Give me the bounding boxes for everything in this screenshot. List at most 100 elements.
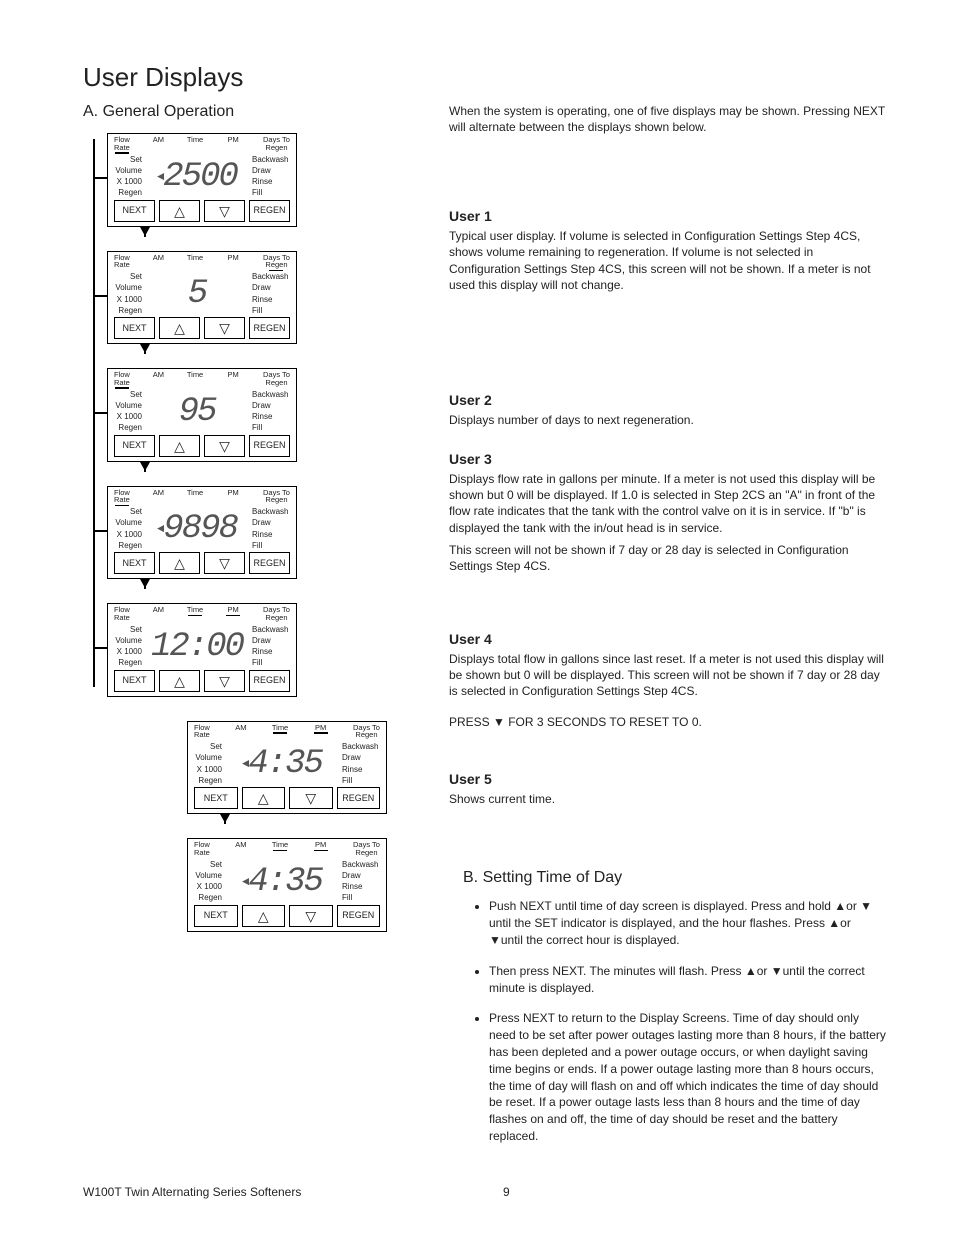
user1-heading: User 1 bbox=[449, 207, 886, 226]
lbl-flow-rate: FlowRate bbox=[114, 605, 130, 622]
up-button[interactable] bbox=[242, 787, 286, 809]
down-button[interactable] bbox=[204, 317, 245, 339]
section-b-heading: B. Setting Time of Day bbox=[449, 867, 886, 889]
lcd-panel: FlowRate AM Time PM Days ToRegen SetVolu… bbox=[107, 368, 413, 478]
lbl-pm: PM bbox=[227, 135, 238, 144]
lcd-readout: ◄2500 bbox=[146, 154, 248, 200]
next-button[interactable]: NEXT bbox=[114, 670, 155, 692]
next-button[interactable]: NEXT bbox=[114, 317, 155, 339]
lbl-flow-rate: FlowRate bbox=[114, 135, 130, 152]
left-labels: SetVolumeX 1000Regen bbox=[108, 154, 146, 200]
user2-body: Displays number of days to next regenera… bbox=[449, 412, 886, 428]
lbl-time: Time bbox=[187, 370, 203, 379]
lcd-readout: 95 bbox=[146, 389, 248, 435]
up-button[interactable] bbox=[242, 905, 286, 927]
lcd-readout: ◄4:35 bbox=[226, 859, 338, 905]
regen-button[interactable]: REGEN bbox=[249, 435, 290, 457]
lbl-pm: PM bbox=[227, 370, 238, 379]
lbl-days-regen: Days ToRegen bbox=[263, 253, 290, 270]
down-button[interactable] bbox=[289, 787, 333, 809]
footer-product: W100T Twin Alternating Series Softeners bbox=[83, 1185, 503, 1199]
next-button[interactable]: NEXT bbox=[194, 905, 238, 927]
right-labels: BackwashDrawRinseFill bbox=[338, 741, 386, 787]
user5-heading: User 5 bbox=[449, 770, 886, 789]
regen-button[interactable]: REGEN bbox=[249, 317, 290, 339]
lbl-am: AM bbox=[153, 253, 164, 262]
lcd-panel: FlowRate AM Time PM Days ToRegen SetVolu… bbox=[187, 721, 413, 831]
lbl-flow-rate: FlowRate bbox=[194, 723, 210, 740]
right-labels: BackwashDrawRinseFill bbox=[248, 624, 296, 670]
lbl-pm: PM bbox=[315, 723, 326, 732]
right-labels: BackwashDrawRinseFill bbox=[248, 506, 296, 552]
lcd-readout: 12:00 bbox=[146, 624, 248, 670]
lbl-days-regen: Days ToRegen bbox=[263, 488, 290, 505]
left-labels: SetVolumeX 1000Regen bbox=[188, 859, 226, 905]
footer-page-number: 9 bbox=[503, 1185, 510, 1199]
down-button[interactable] bbox=[204, 552, 245, 574]
regen-button[interactable]: REGEN bbox=[249, 200, 290, 222]
lbl-days-regen: Days ToRegen bbox=[263, 370, 290, 387]
left-labels: SetVolumeX 1000Regen bbox=[108, 389, 146, 435]
lbl-pm: PM bbox=[227, 605, 238, 614]
lcd-panel: FlowRate AM Time PM Days ToRegen SetVolu… bbox=[107, 603, 413, 713]
section-b: B. Setting Time of Day Push NEXT until t… bbox=[449, 867, 886, 1145]
user2-heading: User 2 bbox=[449, 391, 886, 410]
up-button[interactable] bbox=[159, 435, 200, 457]
user4-heading: User 4 bbox=[449, 630, 886, 649]
down-button[interactable] bbox=[204, 670, 245, 692]
user3-body2: This screen will not be shown if 7 day o… bbox=[449, 542, 886, 574]
section-b-item: Press NEXT to return to the Display Scre… bbox=[489, 1010, 886, 1144]
left-labels: SetVolumeX 1000Regen bbox=[108, 506, 146, 552]
lcd-readout: 5 bbox=[146, 271, 248, 317]
next-button[interactable]: NEXT bbox=[114, 552, 155, 574]
page-title: User Displays bbox=[83, 62, 886, 93]
up-button[interactable] bbox=[159, 552, 200, 574]
next-button[interactable]: NEXT bbox=[114, 200, 155, 222]
right-labels: BackwashDrawRinseFill bbox=[338, 859, 386, 905]
lcd-readout: ◄4:35 bbox=[226, 741, 338, 787]
up-button[interactable] bbox=[159, 200, 200, 222]
lcd-readout: ◄9898 bbox=[146, 506, 248, 552]
lbl-time: Time bbox=[272, 840, 288, 849]
lbl-flow-rate: FlowRate bbox=[114, 370, 130, 387]
right-labels: BackwashDrawRinseFill bbox=[248, 389, 296, 435]
lbl-time: Time bbox=[187, 253, 203, 262]
left-labels: SetVolumeX 1000Regen bbox=[108, 271, 146, 317]
right-labels: BackwashDrawRinseFill bbox=[248, 271, 296, 317]
lbl-days-regen: Days ToRegen bbox=[353, 840, 380, 857]
lbl-flow-rate: FlowRate bbox=[114, 253, 130, 270]
lbl-pm: PM bbox=[315, 840, 326, 849]
up-button[interactable] bbox=[159, 317, 200, 339]
user4-body2: PRESS ▼ FOR 3 SECONDS TO RESET TO 0. bbox=[449, 714, 886, 730]
user4-body1: Displays total flow in gallons since las… bbox=[449, 651, 886, 700]
section-a-heading: A. General Operation bbox=[83, 103, 413, 121]
section-b-item: Push NEXT until time of day screen is di… bbox=[489, 898, 886, 948]
regen-button[interactable]: REGEN bbox=[249, 670, 290, 692]
regen-button[interactable]: REGEN bbox=[249, 552, 290, 574]
next-button[interactable]: NEXT bbox=[114, 435, 155, 457]
lbl-am: AM bbox=[153, 370, 164, 379]
regen-button[interactable]: REGEN bbox=[337, 905, 381, 927]
right-labels: BackwashDrawRinseFill bbox=[248, 154, 296, 200]
lcd-panel: FlowRate AM Time PM Days ToRegen SetVolu… bbox=[107, 486, 413, 596]
lbl-am: AM bbox=[235, 723, 246, 732]
lbl-am: AM bbox=[153, 488, 164, 497]
next-button[interactable]: NEXT bbox=[194, 787, 238, 809]
lcd-panel: FlowRate AM Time PM Days ToRegen SetVolu… bbox=[107, 251, 413, 361]
down-button[interactable] bbox=[204, 200, 245, 222]
lbl-flow-rate: FlowRate bbox=[114, 488, 130, 505]
user1-body: Typical user display. If volume is selec… bbox=[449, 228, 886, 293]
down-button[interactable] bbox=[289, 905, 333, 927]
lbl-flow-rate: FlowRate bbox=[194, 840, 210, 857]
lbl-time: Time bbox=[187, 488, 203, 497]
down-button[interactable] bbox=[204, 435, 245, 457]
user5-body: Shows current time. bbox=[449, 791, 886, 807]
regen-button[interactable]: REGEN bbox=[337, 787, 381, 809]
lbl-time: Time bbox=[187, 605, 203, 614]
page-footer: W100T Twin Alternating Series Softeners … bbox=[83, 1185, 886, 1199]
up-button[interactable] bbox=[159, 670, 200, 692]
lbl-pm: PM bbox=[227, 253, 238, 262]
lbl-am: AM bbox=[153, 135, 164, 144]
lbl-time: Time bbox=[187, 135, 203, 144]
text-column: When the system is operating, one of fiv… bbox=[449, 103, 886, 1159]
